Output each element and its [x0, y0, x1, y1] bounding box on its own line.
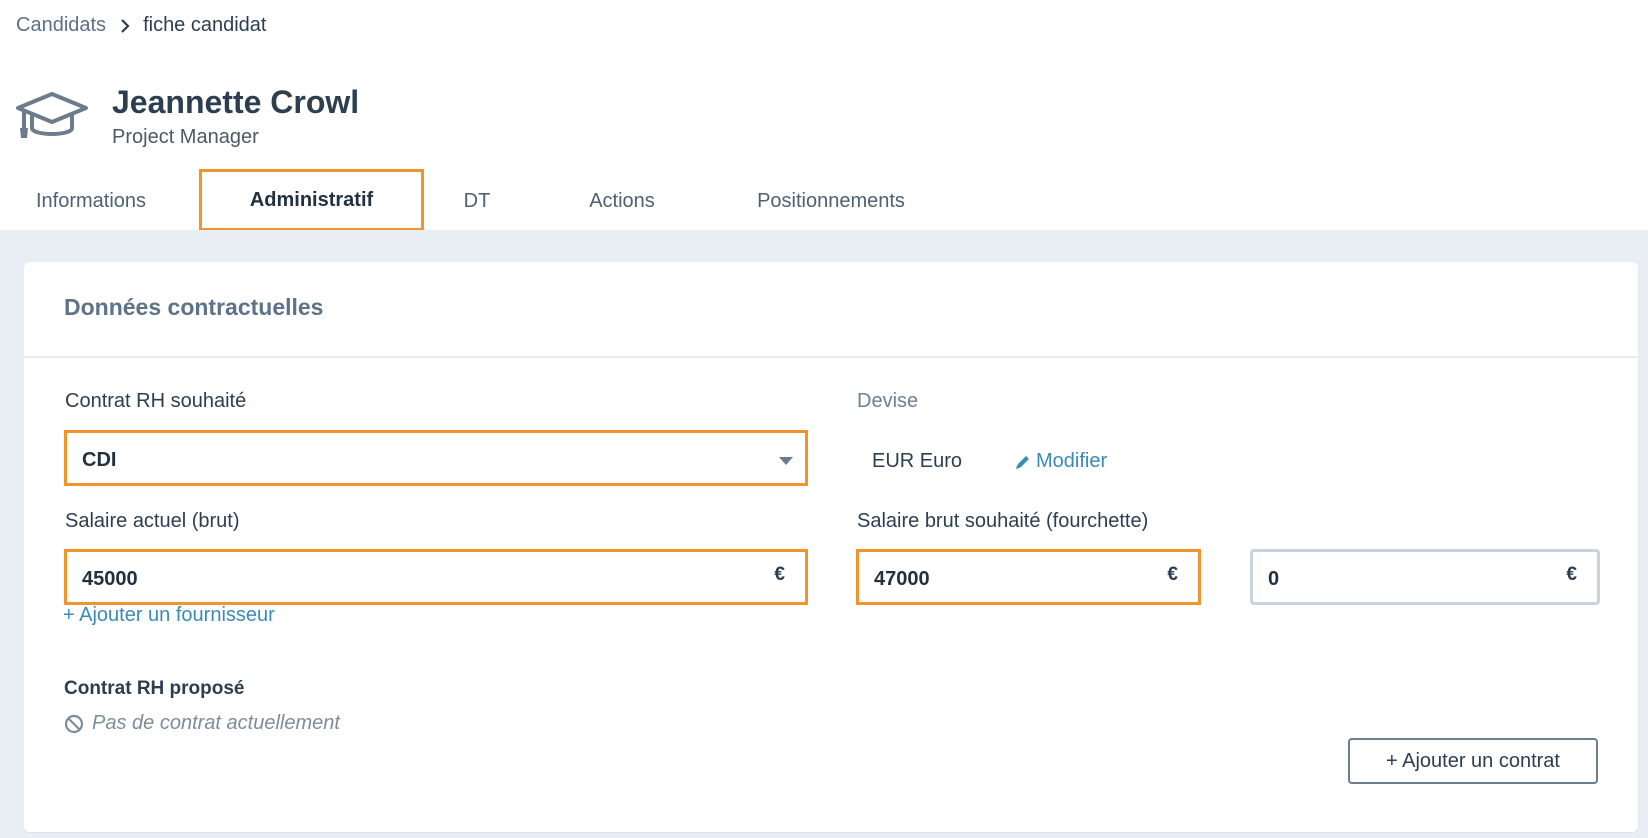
tab-administratif[interactable]: Administratif [199, 169, 424, 231]
euro-symbol: € [1566, 564, 1577, 585]
contract-data-card: Données contractuelles Contrat RH souhai… [24, 262, 1638, 832]
chevron-right-icon [121, 18, 130, 33]
caret-down-icon [779, 457, 793, 465]
no-contract-text: Pas de contrat actuellement [92, 712, 340, 734]
candidate-role: Project Manager [112, 126, 259, 148]
divider [24, 356, 1638, 358]
salaire-souhaite-label: Salaire brut souhaité (fourchette) [857, 510, 1149, 532]
salaire-souhaite-max-value: 0 [1268, 567, 1280, 590]
salaire-actuel-input[interactable]: 45000 € [64, 549, 808, 605]
tab-dt[interactable]: DT [452, 170, 502, 232]
add-supplier-link[interactable]: + Ajouter un fournisseur [63, 604, 275, 627]
candidate-header: Jeannette Crowl Project Manager [14, 84, 359, 149]
candidate-name: Jeannette Crowl [112, 84, 360, 120]
tab-informations[interactable]: Informations [18, 170, 164, 232]
modify-devise-link[interactable]: Modifier [1014, 450, 1107, 473]
contrat-propose-label: Contrat RH proposé [64, 678, 245, 699]
add-contract-button[interactable]: + Ajouter un contrat [1348, 738, 1598, 784]
breadcrumb: Candidats fiche candidat [16, 14, 266, 37]
tab-positionnements[interactable]: Positionnements [746, 170, 916, 232]
devise-value: EUR Euro [872, 450, 963, 472]
salaire-souhaite-min-value: 47000 [874, 567, 930, 590]
salaire-souhaite-max-input[interactable]: 0 € [1250, 549, 1600, 605]
euro-symbol: € [1167, 564, 1178, 585]
graduation-cap-icon [16, 92, 88, 138]
contrat-rh-label: Contrat RH souhaité [65, 390, 247, 412]
section-title: Données contractuelles [64, 294, 324, 320]
tab-bar: Informations Administratif DT Actions Po… [0, 169, 1648, 232]
contrat-rh-value: CDI [82, 448, 117, 471]
pencil-icon [1016, 455, 1029, 469]
contrat-rh-select[interactable]: CDI [64, 430, 808, 486]
breadcrumb-candidats-link[interactable]: Candidats [16, 14, 106, 37]
tab-actions[interactable]: Actions [572, 170, 672, 232]
modify-label: Modifier [1036, 450, 1108, 472]
salaire-actuel-value: 45000 [82, 567, 138, 590]
euro-symbol: € [774, 564, 785, 585]
no-contract-message: Pas de contrat actuellement [64, 712, 340, 735]
salaire-actuel-label: Salaire actuel (brut) [65, 510, 240, 532]
no-entry-icon [64, 714, 84, 733]
salaire-souhaite-min-input[interactable]: 47000 € [856, 549, 1201, 605]
devise-label: Devise [857, 390, 919, 412]
breadcrumb-current: fiche candidat [143, 14, 267, 36]
